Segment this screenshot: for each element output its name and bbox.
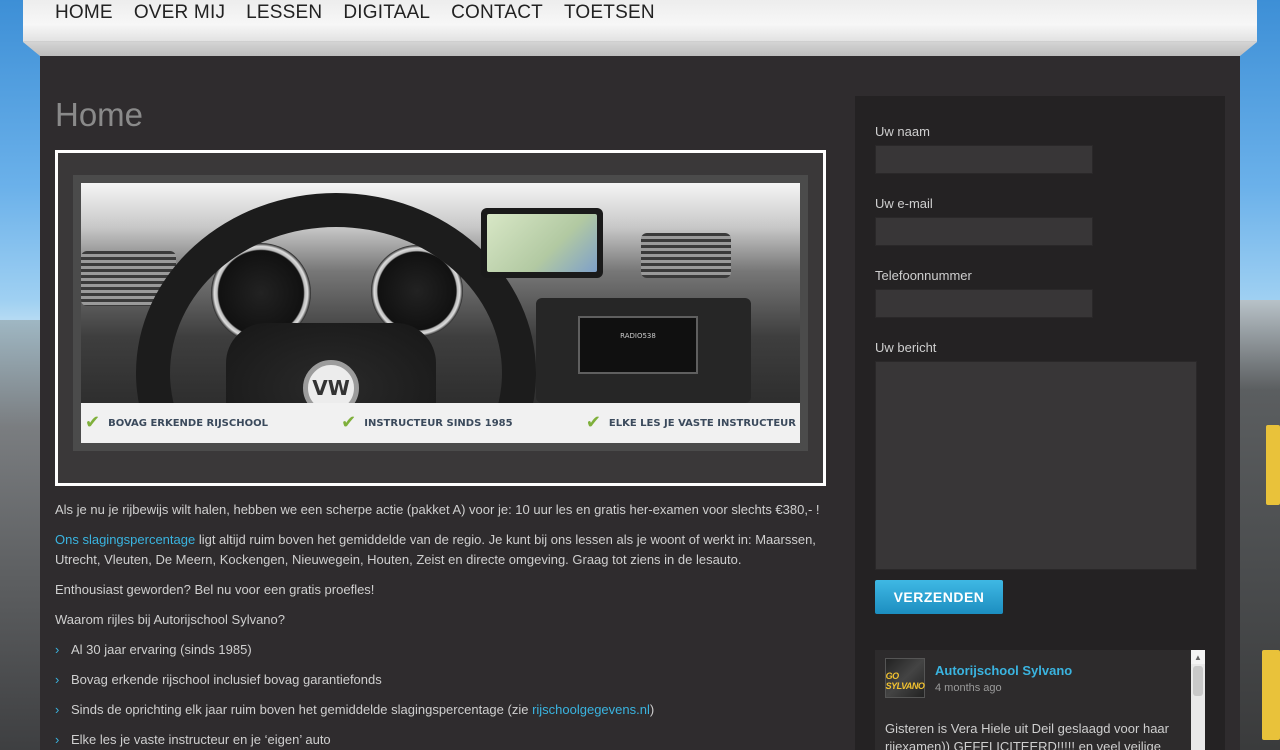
name-field[interactable] bbox=[875, 145, 1093, 174]
feed-post-text: Gisteren is Vera Hiele uit Deil geslaagd… bbox=[885, 721, 1169, 750]
avatar[interactable]: GO SYLVANO bbox=[885, 658, 925, 698]
rijschoolgegevens-link[interactable]: rijschoolgegevens.nl bbox=[532, 702, 650, 717]
list-item-text: ) bbox=[649, 702, 655, 717]
scroll-up-icon[interactable]: ▲ bbox=[1191, 650, 1205, 664]
list-item: › Sinds de oprichting elk jaar ruim boven… bbox=[55, 700, 825, 720]
success-paragraph: Ons slagingspercentage ligt altijd ruim … bbox=[55, 530, 825, 570]
feature-label: BOVAG ERKENDE RIJSCHOOL bbox=[108, 417, 268, 429]
scroll-thumb[interactable] bbox=[1193, 666, 1203, 696]
chevron-right-icon: › bbox=[55, 672, 60, 687]
email-label: Uw e-mail bbox=[875, 196, 933, 211]
chevron-right-icon: › bbox=[55, 642, 60, 657]
background-left bbox=[0, 320, 40, 750]
gps-device bbox=[481, 208, 603, 278]
why-heading: Waarom rijles bij Autorijschool Sylvano? bbox=[55, 612, 286, 627]
background-right bbox=[1235, 300, 1280, 750]
dashboard-image: VW RADIO538 bbox=[81, 183, 800, 443]
social-feed: GO SYLVANO Autorijschool Sylvano 4 month… bbox=[875, 650, 1205, 750]
gps-screen bbox=[487, 214, 597, 272]
feature-label: ELKE LES JE VASTE INSTRUCTEUR bbox=[608, 417, 796, 429]
reasons-list: › Al 30 jaar ervaring (sinds 1985) › Bovag… bbox=[55, 640, 825, 750]
radio-screen: RADIO538 bbox=[578, 316, 698, 374]
success-rate-link[interactable]: Ons slagingspercentage bbox=[55, 532, 195, 547]
list-item: › Al 30 jaar ervaring (sinds 1985) bbox=[55, 640, 825, 660]
checkmark-icon: ✔ bbox=[85, 412, 101, 433]
email-field[interactable] bbox=[875, 217, 1093, 246]
feature-item: ✔ INSTRUCTEUR SINDS 1985 bbox=[341, 414, 512, 432]
phone-field[interactable] bbox=[875, 289, 1093, 318]
checkmark-icon: ✔ bbox=[341, 412, 357, 433]
main-content: Home VW RADIO538 ✔ BOVAG ERKENDE RIJSCHO… bbox=[55, 96, 826, 750]
car-radio: RADIO538 bbox=[536, 298, 751, 403]
nav-item-home[interactable]: HOME bbox=[55, 2, 113, 24]
submit-button[interactable]: VERZENDEN bbox=[875, 580, 1003, 614]
chevron-right-icon: › bbox=[55, 732, 60, 747]
main-panel: Home VW RADIO538 ✔ BOVAG ERKENDE RIJSCHO… bbox=[40, 56, 1240, 750]
feature-item: ✔ BOVAG ERKENDE RIJSCHOOL bbox=[85, 414, 268, 432]
top-navigation: HOME OVER MIJ LESSEN DIGITAAL CONTACT TO… bbox=[23, 0, 1257, 42]
intro-paragraph: Als je nu je rijbewijs wilt halen, hebbe… bbox=[55, 502, 820, 517]
page-title: Home bbox=[55, 96, 144, 133]
contact-form: Uw naam Uw e-mail Telefoonnummer Uw beri… bbox=[875, 124, 1197, 614]
feature-bar: ✔ BOVAG ERKENDE RIJSCHOOL ✔ INSTRUCTEUR … bbox=[81, 403, 800, 443]
hero-image: VW RADIO538 ✔ BOVAG ERKENDE RIJSCHOOL ✔ … bbox=[81, 183, 800, 443]
body-text: Als je nu je rijbewijs wilt halen, hebbe… bbox=[55, 500, 825, 750]
nav-item-contact[interactable]: CONTACT bbox=[451, 2, 543, 24]
hero-banner: VW RADIO538 ✔ BOVAG ERKENDE RIJSCHOOL ✔ … bbox=[55, 150, 826, 486]
navbar-shadow bbox=[23, 42, 1257, 56]
feed-scrollbar[interactable]: ▲ bbox=[1191, 650, 1205, 750]
phone-label: Telefoonnummer bbox=[875, 268, 972, 283]
cta-paragraph: Enthousiast geworden? Bel nu voor een gr… bbox=[55, 582, 375, 597]
list-item-text: Al 30 jaar ervaring (sinds 1985) bbox=[71, 642, 252, 657]
nav-item-over-mij[interactable]: OVER MIJ bbox=[134, 2, 225, 24]
nav-list: HOME OVER MIJ LESSEN DIGITAAL CONTACT TO… bbox=[23, 0, 1257, 26]
list-item: › Bovag erkende rijschool inclusief bovag… bbox=[55, 670, 825, 690]
list-item-text: Sinds de oprichting elk jaar ruim boven … bbox=[71, 702, 533, 717]
list-item: › Elke les je vaste instructeur en je ‘ei… bbox=[55, 730, 825, 750]
nav-item-lessen[interactable]: LESSEN bbox=[246, 2, 322, 24]
feed-author-link[interactable]: Autorijschool Sylvano bbox=[935, 663, 1072, 678]
chevron-right-icon: › bbox=[55, 702, 60, 717]
message-field[interactable] bbox=[875, 361, 1197, 570]
feed-timestamp: 4 months ago bbox=[935, 682, 1002, 694]
nav-item-digitaal[interactable]: DIGITAAL bbox=[343, 2, 430, 24]
hero-inner: VW RADIO538 ✔ BOVAG ERKENDE RIJSCHOOL ✔ … bbox=[73, 175, 808, 451]
feature-label: INSTRUCTEUR SINDS 1985 bbox=[364, 417, 513, 429]
message-label: Uw bericht bbox=[875, 340, 937, 355]
checkmark-icon: ✔ bbox=[585, 412, 601, 433]
road-stripe bbox=[1262, 650, 1280, 740]
list-item-text: Elke les je vaste instructeur en je ‘eig… bbox=[71, 732, 331, 747]
nav-item-toetsen[interactable]: TOETSEN bbox=[564, 2, 655, 24]
sidebar: Uw naam Uw e-mail Telefoonnummer Uw beri… bbox=[855, 96, 1225, 750]
air-vent bbox=[641, 233, 731, 278]
feature-item: ✔ ELKE LES JE VASTE INSTRUCTEUR bbox=[586, 414, 796, 432]
name-label: Uw naam bbox=[875, 124, 930, 139]
road-stripe bbox=[1266, 425, 1280, 505]
list-item-text: Bovag erkende rijschool inclusief bovag … bbox=[71, 672, 382, 687]
